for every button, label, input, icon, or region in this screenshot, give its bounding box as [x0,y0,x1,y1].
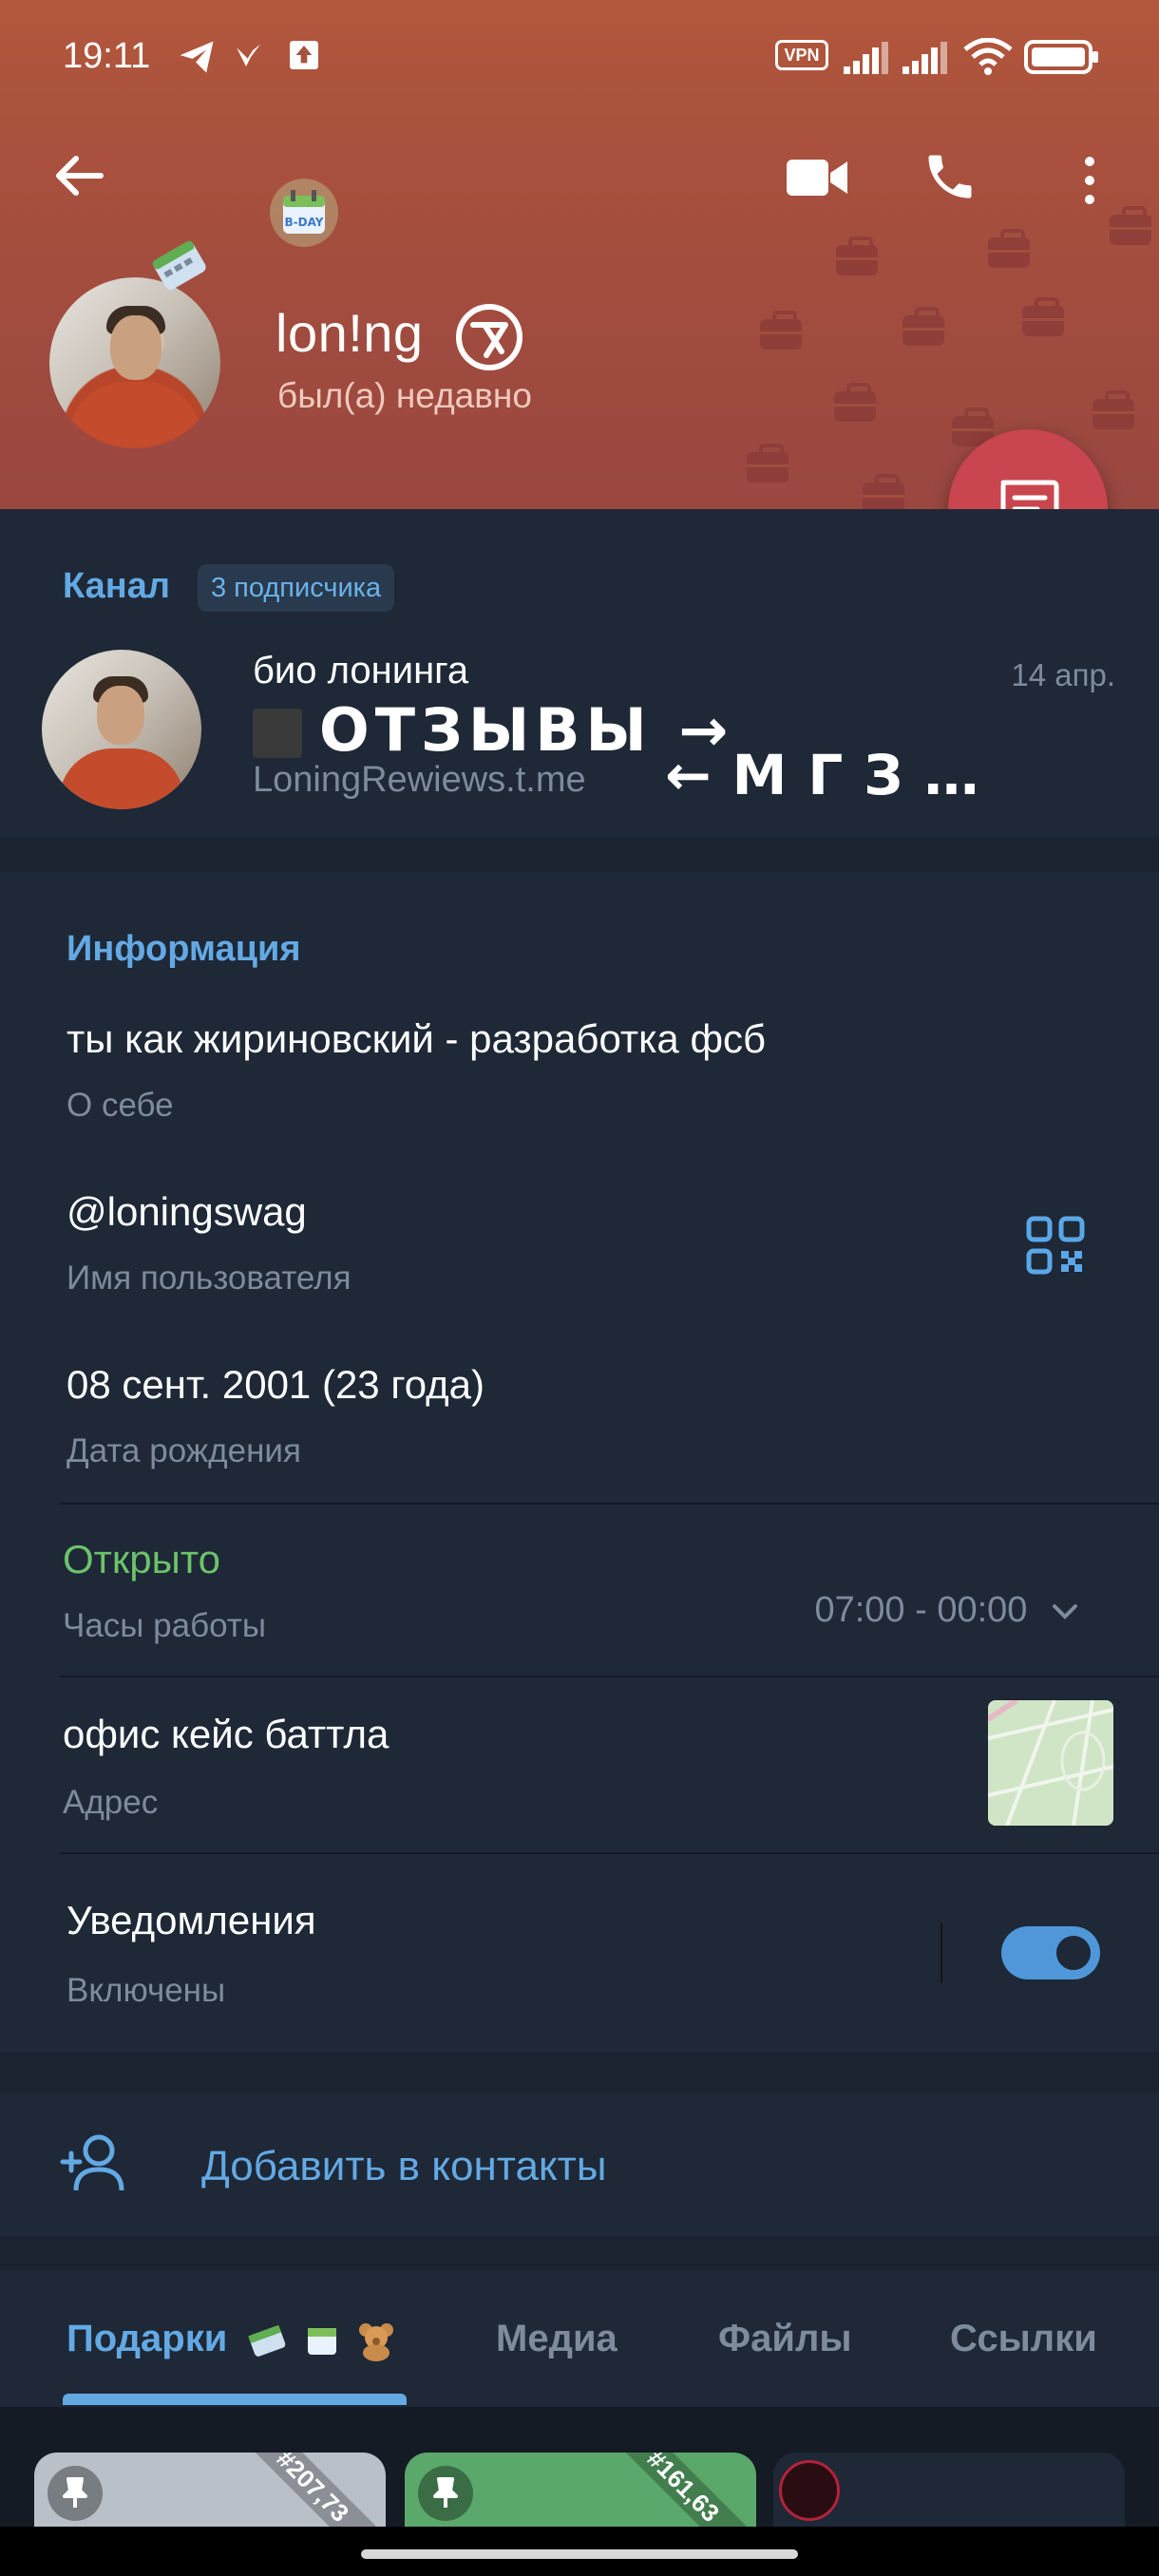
avatar[interactable] [49,277,220,448]
personal-channel-card[interactable]: Канал 3 подписчика био лонинга 14 апр. О… [0,509,1159,838]
tab-gifts[interactable]: Подарки [66,2318,398,2362]
notifications-title[interactable]: Уведомления [66,1898,316,1943]
phone-icon[interactable] [922,148,978,205]
about-label: О себе [66,1087,174,1124]
subscribers-badge: 3 подписчика [198,564,395,612]
signal-icon [902,42,947,74]
qr-code-icon[interactable] [1026,1216,1085,1275]
status-time: 19:11 [63,36,151,76]
info-section: Информация ты как жириновский - разработ… [0,872,1159,2052]
hours-status[interactable]: Открыто [63,1537,220,1582]
username-value[interactable]: @loningswag [66,1189,307,1235]
calendar-sticker-icon [307,2328,336,2356]
briefcase-pattern-icon [1092,390,1134,429]
pin-icon [418,2466,473,2521]
shop-logo-icon [779,2460,840,2521]
briefcase-pattern-icon [747,444,788,483]
divider [59,1852,1159,1854]
calendar-sticker-icon [152,240,206,291]
hours-range: 07:00 - 00:00 [814,1590,1028,1630]
teddy-bear-icon [358,2323,393,2362]
channel-link: LoningRewiews.t.me [253,760,586,800]
channel-name: био лонинга [253,650,469,691]
briefcase-pattern-icon [988,229,1030,268]
tab-files[interactable]: Файлы [718,2318,852,2360]
toggle-knob [1051,1930,1096,1976]
add-contact-label: Добавить в контакты [201,2143,607,2189]
map-thumbnail[interactable] [988,1700,1113,1826]
battery-icon [1024,40,1098,74]
notifications-toggle[interactable] [1001,1926,1100,1979]
info-title: Информация [66,929,301,969]
address-value[interactable]: офис кейс баттла [63,1712,389,1757]
wifi-icon [963,38,1013,75]
divider [940,1923,942,1983]
video-call-icon[interactable] [785,156,851,199]
vpn-badge: VPN [775,40,828,70]
birthday-label: Дата рождения [66,1432,301,1469]
vk-icon [237,44,260,66]
channel-avatar [42,650,201,809]
add-user-icon [60,2134,124,2191]
tab-media[interactable]: Медиа [496,2318,618,2360]
profile-screen: 19:11 VPN B-DAY lon!ng был(а) недавно Ка… [0,0,1159,2576]
birthday-value[interactable]: 08 сент. 2001 (23 года) [66,1362,484,1408]
profile-status: был(а) недавно [277,376,532,415]
status-bar: 19:11 VPN [0,0,1159,114]
channel-section-label: Канал [63,566,171,606]
channel-date: 14 апр. [1011,657,1115,692]
profile-tabs: Подарки Медиа Файлы Ссылки [0,2270,1159,2407]
signal-icon [844,42,888,74]
notifications-label: Включены [66,1972,226,2009]
profile-header: 19:11 VPN B-DAY lon!ng был(а) недавно [0,0,1159,509]
svg-text:B-DAY: B-DAY [285,216,324,229]
system-nav-bar [0,2527,1159,2576]
home-indicator[interactable] [361,2549,798,2559]
arrow-left-icon[interactable] [49,152,106,199]
calendar-sticker-icon: B-DAY [270,179,338,247]
chevron-down-icon [1053,1603,1077,1619]
telegram-icon [180,41,214,73]
divider [59,1676,1159,1677]
briefcase-pattern-icon [834,383,876,422]
upload-icon [290,41,318,69]
gift-sticker-icon [248,2325,286,2358]
address-label: Адрес [63,1784,159,1821]
briefcase-pattern-icon [760,311,802,350]
hours-value[interactable]: 07:00 - 00:00 [814,1590,1079,1631]
active-tab-indicator [63,2394,407,2405]
tab-gifts-label: Подарки [66,2318,228,2359]
hours-label: Часы работы [63,1607,267,1644]
channel-link-suffix: ←МГЗ… [665,743,1000,807]
about-value[interactable]: ты как жириновский - разработка фсб [66,1016,766,1062]
briefcase-pattern-icon [863,474,904,509]
briefcase-pattern-icon [902,307,944,346]
briefcase-pattern-icon [836,237,878,275]
pin-icon [48,2466,103,2521]
briefcase-pattern-icon [1110,206,1151,245]
map-preview-icon [988,1700,1113,1826]
profile-name: lon!ng [276,303,424,363]
more-vert-icon[interactable] [1075,154,1104,207]
aphex-badge-icon [456,304,522,370]
briefcase-pattern-icon [1022,297,1064,336]
tab-links[interactable]: Ссылки [950,2318,1097,2360]
add-contact-button[interactable]: Добавить в контакты [0,2093,1159,2236]
post-thumbnail [253,709,302,758]
divider [59,1503,1159,1505]
username-label: Имя пользователя [66,1260,352,1297]
